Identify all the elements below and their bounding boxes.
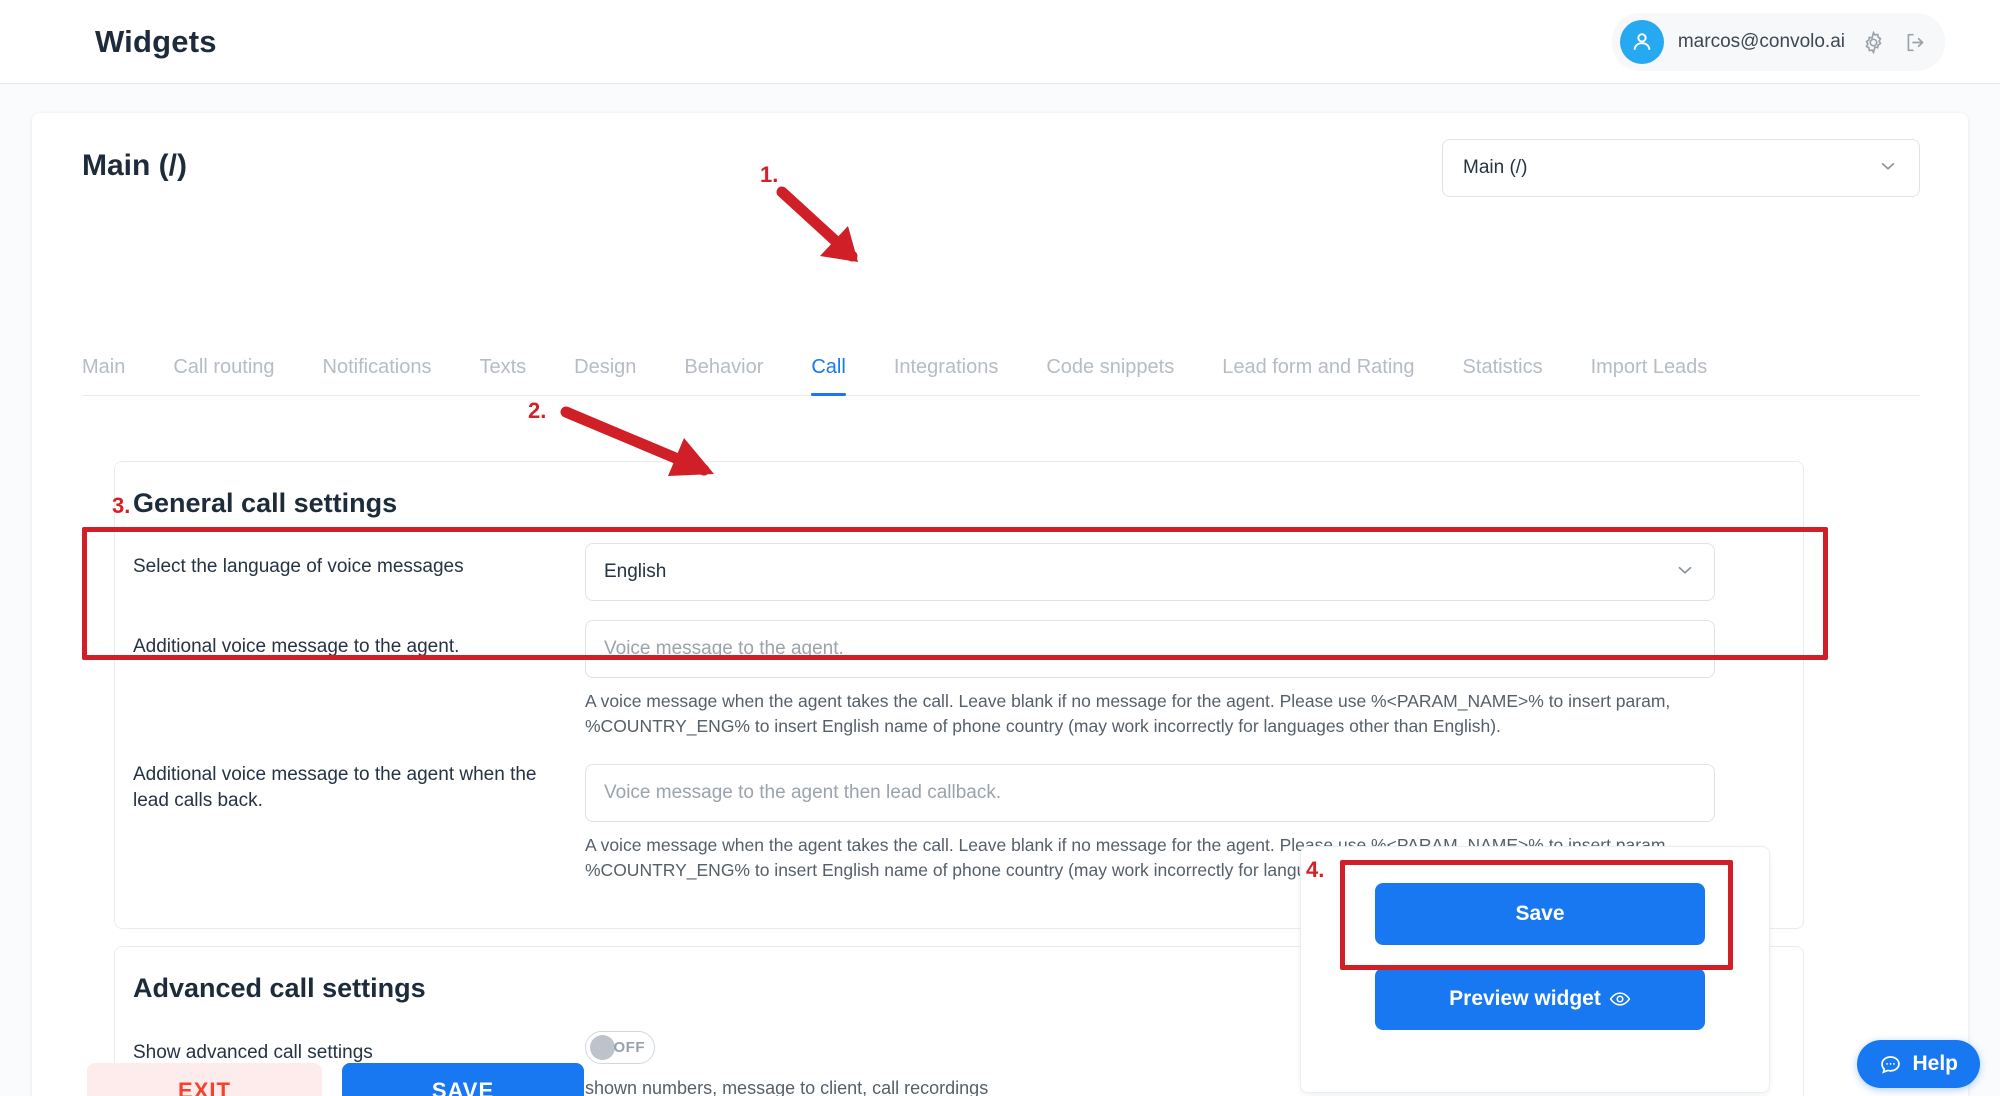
tab-call-routing[interactable]: Call routing xyxy=(173,356,274,395)
user-icon xyxy=(1633,33,1651,50)
app-title: Widgets xyxy=(95,23,217,59)
exit-button[interactable]: EXIT xyxy=(87,1063,322,1096)
tab-code-snippets[interactable]: Code snippets xyxy=(1046,356,1174,395)
widget-selector-value: Main (/) xyxy=(1463,157,1528,178)
logout-icon[interactable] xyxy=(1901,28,1929,56)
preview-widget-button[interactable]: Preview widget xyxy=(1375,968,1705,1030)
chevron-down-icon xyxy=(1877,155,1899,182)
annotation-step-1: 1. xyxy=(760,162,779,187)
toggle-knob xyxy=(590,1035,615,1060)
tab-import-leads[interactable]: Import Leads xyxy=(1591,356,1708,395)
callback-message-row-label: Additional voice message to the agent wh… xyxy=(133,764,537,811)
annotation-step-2: 2. xyxy=(528,398,547,423)
tab-call[interactable]: Call xyxy=(811,356,847,396)
agent-message-helper: A voice message when the agent takes the… xyxy=(585,691,1671,736)
tab-lead-form-and-rating[interactable]: Lead form and Rating xyxy=(1222,356,1414,395)
show-advanced-call-settings-toggle[interactable]: OFF xyxy=(585,1031,655,1064)
toggle-state-label: OFF xyxy=(613,1039,645,1056)
save-bottom-button[interactable]: SAVE xyxy=(342,1063,584,1096)
app-root: Widgets marcos@convolo.ai Main (/) Main … xyxy=(0,0,2000,1096)
general-call-settings-title: General call settings xyxy=(133,488,398,518)
save-button[interactable]: Save xyxy=(1375,883,1705,945)
tab-main[interactable]: Main xyxy=(82,356,125,395)
preview-widget-label: Preview widget xyxy=(1449,987,1601,1010)
tab-integrations[interactable]: Integrations xyxy=(894,356,999,395)
tab-design[interactable]: Design xyxy=(574,356,636,395)
page-title: Main (/) xyxy=(82,149,187,182)
annotation-step-4: 4. xyxy=(1306,857,1325,882)
language-field-col: English xyxy=(585,543,1715,601)
agent-message-field-col: Voice message to the agent. A voice mess… xyxy=(585,620,1715,739)
language-row-label: Select the language of voice messages xyxy=(133,556,464,577)
account-email: marcos@convolo.ai xyxy=(1677,31,1845,52)
callback-message-input[interactable]: Voice message to the agent then lead cal… xyxy=(585,764,1715,822)
tab-bar: Main Call routing Notifications Texts De… xyxy=(82,356,1920,396)
agent-message-row-label: Additional voice message to the agent. xyxy=(133,636,460,657)
agent-message-input[interactable]: Voice message to the agent. xyxy=(585,620,1715,678)
top-bar: Widgets marcos@convolo.ai xyxy=(0,0,2000,84)
chat-bubble-icon xyxy=(1881,1055,1901,1074)
action-panel: Save Preview widget xyxy=(1300,846,1770,1093)
avatar xyxy=(1619,20,1664,64)
tab-notifications[interactable]: Notifications xyxy=(323,356,432,395)
tab-behavior[interactable]: Behavior xyxy=(684,356,763,395)
language-select-value: English xyxy=(604,561,667,582)
help-button[interactable]: Help xyxy=(1857,1040,1980,1088)
eye-icon xyxy=(1609,992,1631,1006)
chevron-down-icon xyxy=(1674,559,1696,586)
gear-icon[interactable] xyxy=(1859,28,1887,56)
tab-texts[interactable]: Texts xyxy=(479,356,526,395)
help-label: Help xyxy=(1912,1052,1958,1075)
annotation-step-3: 3. xyxy=(112,493,131,518)
widget-selector[interactable]: Main (/) xyxy=(1442,139,1920,197)
language-select[interactable]: English xyxy=(585,543,1715,601)
tab-statistics[interactable]: Statistics xyxy=(1463,356,1543,395)
page-header: Main (/) xyxy=(82,149,187,183)
advanced-toggle-col: OFF shown numbers, message to client, ca… xyxy=(585,1031,988,1096)
account-chip[interactable]: marcos@convolo.ai xyxy=(1611,13,1945,71)
advanced-toggle-note: shown numbers, message to client, call r… xyxy=(585,1078,989,1096)
advanced-toggle-label: Show advanced call settings xyxy=(133,1042,373,1063)
